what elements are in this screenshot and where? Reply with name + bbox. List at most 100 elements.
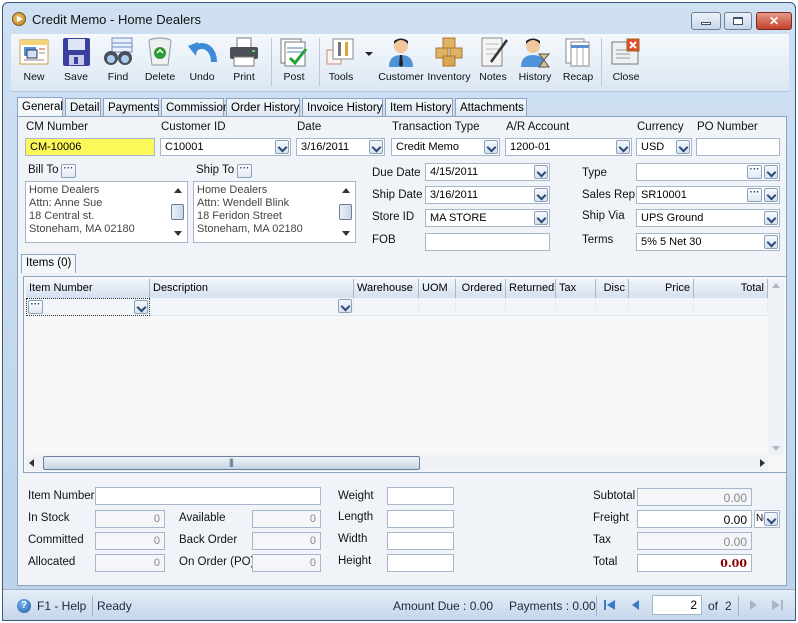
scroll-thumb[interactable]	[339, 204, 352, 220]
currency-select[interactable]: USD	[636, 138, 692, 156]
close-window-button[interactable]: ✕	[756, 12, 792, 30]
tab-commission[interactable]: Commission	[161, 98, 229, 117]
new-button[interactable]: New	[15, 36, 53, 90]
tools-dropdown-arrow-icon[interactable]	[365, 52, 373, 56]
chevron-down-icon[interactable]	[484, 140, 498, 154]
column-header-uom[interactable]: UOM	[419, 279, 456, 298]
scroll-thumb[interactable]	[171, 204, 184, 220]
previous-record-icon[interactable]	[629, 598, 643, 612]
help-icon[interactable]: ?	[17, 599, 31, 613]
column-header-ordered[interactable]: Ordered	[456, 279, 506, 298]
post-button[interactable]: Post	[275, 36, 313, 90]
store-id-select[interactable]: MA STORE	[425, 209, 550, 227]
freight-option-select[interactable]: No	[754, 510, 780, 528]
total-cell[interactable]	[694, 298, 768, 316]
column-header-tax[interactable]: Tax	[556, 279, 596, 298]
inventory-button[interactable]: Inventory	[427, 36, 471, 90]
tab-order-history[interactable]: Order History	[226, 98, 300, 117]
tax-cell[interactable]	[556, 298, 596, 316]
bill-to-lookup-button[interactable]: ···	[61, 164, 76, 178]
tab-item-history[interactable]: Item History	[385, 98, 453, 117]
save-button[interactable]: Save	[57, 36, 95, 90]
po-number-field[interactable]	[696, 138, 780, 156]
tab-general[interactable]: General	[17, 97, 63, 118]
returned-cell[interactable]	[506, 298, 556, 316]
new-item-row[interactable]: ···	[26, 298, 768, 316]
bill-to-address[interactable]: Home Dealers Attn: Anne Sue 18 Central s…	[25, 181, 188, 243]
grid-vertical-scrollbar[interactable]	[768, 279, 784, 455]
help-shortcut[interactable]: F1 - Help	[37, 599, 86, 613]
type-select[interactable]: ···	[636, 163, 780, 181]
chevron-down-icon[interactable]	[764, 188, 778, 202]
tab-payments[interactable]: Payments	[103, 98, 159, 117]
scroll-down-icon[interactable]	[772, 446, 780, 451]
ship-via-select[interactable]: UPS Ground	[636, 209, 780, 227]
scroll-down-icon[interactable]	[174, 231, 182, 236]
chevron-down-icon[interactable]	[534, 165, 548, 179]
next-record-icon[interactable]	[746, 598, 760, 612]
chevron-down-icon[interactable]	[764, 235, 778, 249]
bill-to-scrollbar[interactable]	[171, 184, 185, 240]
scroll-thumb[interactable]	[43, 456, 420, 470]
history-button[interactable]: History	[515, 36, 555, 90]
type-lookup-button[interactable]: ···	[747, 165, 762, 179]
tab-detail[interactable]: Detail	[65, 98, 101, 117]
column-header-description[interactable]: Description	[150, 279, 354, 298]
notes-button[interactable]: Notes	[475, 36, 511, 90]
transaction-type-select[interactable]: Credit Memo	[391, 138, 500, 156]
disc-cell[interactable]	[596, 298, 629, 316]
column-header-price[interactable]: Price	[629, 279, 694, 298]
ship-to-scrollbar[interactable]	[339, 184, 353, 240]
scroll-left-icon[interactable]	[29, 459, 34, 467]
recap-button[interactable]: Recap	[559, 36, 597, 90]
chevron-down-icon[interactable]	[764, 165, 778, 179]
height-field[interactable]	[387, 554, 454, 572]
ordered-cell[interactable]	[456, 298, 506, 316]
column-header-total[interactable]: Total	[694, 279, 768, 298]
terms-select[interactable]: 5% 5 Net 30	[636, 233, 780, 251]
scroll-up-icon[interactable]	[174, 188, 182, 193]
chevron-down-icon[interactable]	[676, 140, 690, 154]
ar-account-select[interactable]: 1200-01	[505, 138, 632, 156]
ship-to-address[interactable]: Home Dealers Attn: Wendell Blink 18 Feri…	[193, 181, 356, 243]
sales-rep-select[interactable]: SR10001 ···	[636, 186, 780, 204]
due-date-picker[interactable]: 4/15/2011	[425, 163, 550, 181]
last-record-icon[interactable]	[770, 598, 784, 612]
chevron-down-icon[interactable]	[134, 300, 148, 314]
length-field[interactable]	[387, 510, 454, 528]
customer-button[interactable]: Customer	[377, 36, 425, 90]
uom-cell[interactable]	[419, 298, 456, 316]
tab-attachments[interactable]: Attachments	[455, 98, 527, 117]
ship-to-lookup-button[interactable]: ···	[237, 164, 252, 178]
customer-id-select[interactable]: C10001	[160, 138, 291, 156]
chevron-down-icon[interactable]	[275, 140, 289, 154]
item-lookup-button[interactable]: ···	[28, 300, 43, 314]
description-cell[interactable]	[150, 298, 354, 316]
chevron-down-icon[interactable]	[534, 188, 548, 202]
scroll-right-icon[interactable]	[760, 459, 765, 467]
date-picker[interactable]: 3/16/2011	[296, 138, 385, 156]
grid-horizontal-scrollbar[interactable]	[26, 455, 768, 471]
page-number-input[interactable]: 2	[652, 595, 702, 615]
scroll-up-icon[interactable]	[772, 283, 780, 288]
column-header-returned[interactable]: Returned	[506, 279, 556, 298]
chevron-down-icon[interactable]	[616, 140, 630, 154]
chevron-down-icon[interactable]	[369, 140, 383, 154]
tools-button[interactable]: Tools	[321, 36, 361, 90]
minimize-button[interactable]	[691, 12, 721, 30]
scroll-up-icon[interactable]	[342, 188, 350, 193]
chevron-down-icon[interactable]	[764, 512, 778, 526]
freight-field[interactable]: 0.00	[637, 510, 752, 528]
chevron-down-icon[interactable]	[534, 211, 548, 225]
first-record-icon[interactable]	[603, 598, 617, 612]
weight-field[interactable]	[387, 487, 454, 505]
column-header-item-number[interactable]: Item Number	[26, 279, 150, 298]
chevron-down-icon[interactable]	[338, 299, 352, 313]
close-button[interactable]: Close	[607, 36, 645, 90]
maximize-button[interactable]	[724, 12, 752, 30]
items-tab[interactable]: Items (0)	[21, 254, 77, 273]
scroll-down-icon[interactable]	[342, 231, 350, 236]
item-number-field[interactable]	[95, 487, 321, 505]
column-header-disc[interactable]: Disc	[596, 279, 629, 298]
sales-rep-lookup-button[interactable]: ···	[747, 188, 762, 202]
